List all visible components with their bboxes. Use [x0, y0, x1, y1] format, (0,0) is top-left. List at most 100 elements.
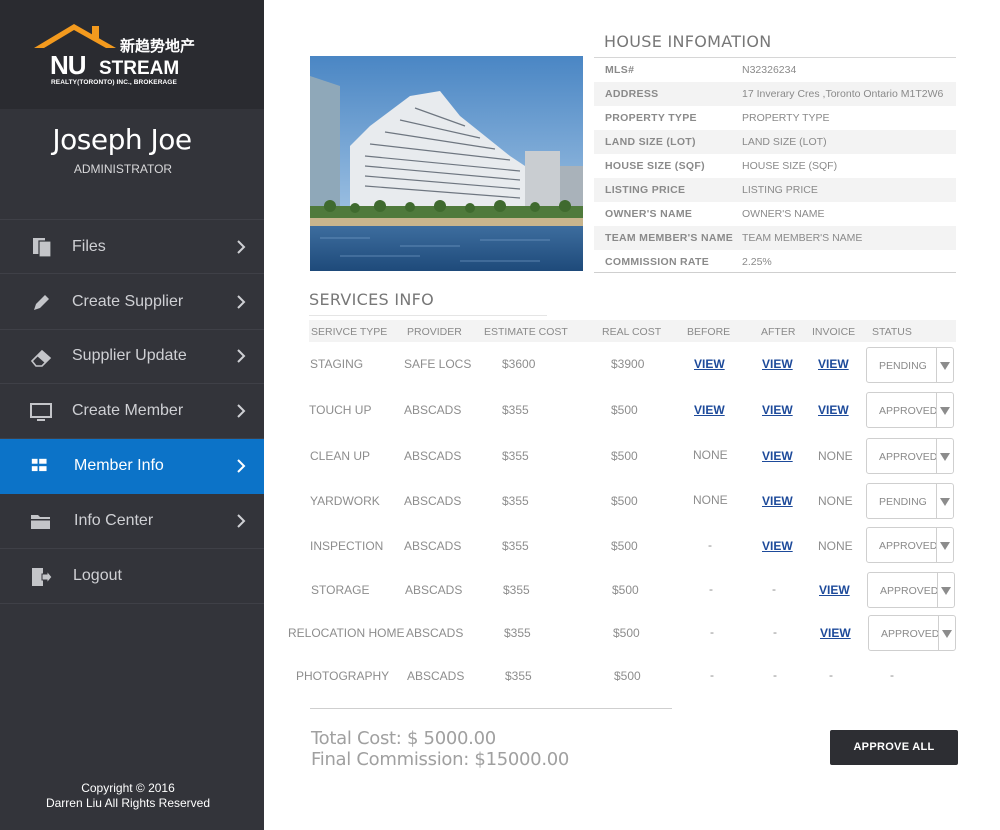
service-type-cell: TOUCH UP	[309, 403, 372, 417]
estimate-cost-cell: $355	[502, 539, 529, 553]
info-row: LISTING PRICE LISTING PRICE	[594, 178, 956, 202]
status-value: PENDING	[879, 496, 927, 508]
service-type-cell: STORAGE	[311, 583, 370, 597]
after-empty-cell: -	[773, 668, 777, 682]
column-header: ESTIMATE COST	[484, 326, 568, 338]
info-key: LISTING PRICE	[605, 184, 686, 196]
nav-item-label: Create Member	[72, 402, 184, 419]
divider	[936, 348, 937, 382]
monitor-icon	[30, 403, 52, 421]
house-info-table: MLS# N32326234 ADDRESS 17 Inverary Cres ,T…	[594, 57, 956, 274]
nav-item-supplier-update[interactable]: Supplier Update	[0, 329, 264, 384]
status-select[interactable]: APPROVED	[868, 615, 956, 651]
nav-item-label: Create Supplier	[72, 293, 184, 310]
nav-item-logout[interactable]: Logout	[0, 549, 264, 604]
info-value: HOUSE SIZE (SQF)	[742, 160, 838, 172]
status-select[interactable]: APPROVED	[866, 527, 954, 563]
status-select[interactable]: APPROVED	[866, 438, 954, 474]
service-type-cell: CLEAN UP	[310, 449, 371, 463]
info-value: 2.25%	[742, 256, 772, 268]
chevron-right-icon	[237, 404, 246, 418]
logo-nu-text: NU	[50, 50, 87, 80]
invoice-empty-cell: -	[829, 668, 833, 682]
info-row: ADDRESS 17 Inverary Cres ,Toronto Ontario…	[594, 82, 956, 106]
status-select[interactable]: APPROVED	[866, 392, 954, 428]
caret-down-icon	[940, 498, 950, 506]
info-row: TEAM MEMBER'S NAME TEAM MEMBER'S NAME	[594, 226, 956, 250]
column-header: STATUS	[872, 326, 912, 338]
service-type-cell: RELOCATION HOME	[288, 626, 405, 640]
status-value: PENDING	[879, 360, 927, 372]
column-header: REAL COST	[602, 326, 662, 338]
info-key: ADDRESS	[605, 88, 659, 100]
nav-item-create-supplier[interactable]: Create Supplier	[0, 275, 264, 330]
estimate-cost-cell: $355	[503, 583, 530, 597]
caret-down-icon	[942, 630, 952, 638]
info-key: COMMISSION RATE	[605, 256, 710, 268]
provider-cell: ABSCADS	[407, 669, 465, 683]
info-row: HOUSE SIZE (SQF) HOUSE SIZE (SQF)	[594, 154, 956, 178]
service-type-cell: STAGING	[310, 357, 364, 371]
chevron-right-icon	[237, 240, 246, 254]
folder-icon	[31, 515, 50, 529]
before-none-cell: NONE	[693, 448, 728, 462]
invoice-view-link[interactable]: VIEW	[818, 403, 849, 417]
logo-chinese-text: 新趋势地产	[120, 37, 196, 55]
status-select[interactable]: PENDING	[866, 483, 954, 519]
after-view-link[interactable]: VIEW	[762, 449, 793, 463]
after-view-link[interactable]: VIEW	[762, 403, 793, 417]
invoice-view-link[interactable]: VIEW	[818, 357, 849, 371]
invoice-none-cell: NONE	[818, 539, 853, 553]
estimate-cost-cell: $355	[504, 626, 531, 640]
info-key: TEAM MEMBER'S NAME	[605, 232, 734, 244]
status-select[interactable]: APPROVED	[867, 572, 955, 608]
after-view-link[interactable]: VIEW	[762, 357, 793, 371]
divider	[937, 573, 938, 607]
provider-cell: ABSCADS	[406, 626, 464, 640]
divider	[936, 393, 937, 427]
divider	[936, 484, 937, 518]
after-view-link[interactable]: VIEW	[762, 539, 793, 553]
divider	[309, 315, 547, 316]
before-empty-cell: -	[710, 625, 714, 639]
status-value: APPROVED	[880, 585, 939, 597]
chevron-right-icon	[237, 514, 246, 528]
nav-item-member-info[interactable]: Member Info	[0, 439, 264, 494]
nav-item-info-center[interactable]: Info Center	[0, 494, 264, 549]
real-cost-cell: $500	[612, 583, 639, 597]
file-icon	[33, 238, 52, 258]
status-empty-cell: -	[890, 668, 894, 682]
nav-item-files[interactable]: Files	[0, 219, 264, 274]
column-header: AFTER	[761, 326, 796, 338]
before-empty-cell: -	[708, 538, 712, 552]
info-value: LISTING PRICE	[742, 184, 818, 196]
real-cost-cell: $500	[614, 669, 641, 683]
chevron-right-icon	[237, 295, 246, 309]
logo[interactable]: 新趋势地产 NU STREAM REALTY(TORONTO) INC., BR…	[0, 0, 264, 109]
services-info-title: SERVICES INFO	[309, 290, 435, 309]
divider	[310, 708, 672, 709]
invoice-view-link[interactable]: VIEW	[819, 583, 850, 597]
divider	[936, 439, 937, 473]
status-select[interactable]: PENDING	[866, 347, 954, 383]
info-value: 17 Inverary Cres ,Toronto Ontario M1T2W6	[742, 88, 944, 100]
nav-item-create-member[interactable]: Create Member	[0, 384, 264, 439]
provider-cell: SAFE LOCS	[404, 357, 472, 371]
before-view-link[interactable]: VIEW	[694, 403, 725, 417]
house-photo	[310, 56, 583, 271]
invoice-view-link[interactable]: VIEW	[820, 626, 851, 640]
caret-down-icon	[941, 587, 951, 595]
divider	[594, 272, 956, 273]
caret-down-icon	[940, 407, 950, 415]
info-row: PROPERTY TYPE PROPERTY TYPE	[594, 106, 956, 130]
status-value: APPROVED	[879, 540, 938, 552]
before-view-link[interactable]: VIEW	[694, 357, 725, 371]
nav-item-label: Supplier Update	[72, 347, 187, 364]
column-header: INVOICE	[812, 326, 856, 338]
after-view-link[interactable]: VIEW	[762, 494, 793, 508]
status-value: APPROVED	[879, 451, 938, 463]
copyright: Copyright © 2016 Darren Liu All Rights R…	[0, 781, 256, 811]
approve-all-button[interactable]: APPROVE ALL	[830, 730, 958, 765]
logo-stream-text: STREAM	[99, 58, 180, 79]
info-value: OWNER'S NAME	[742, 208, 825, 220]
